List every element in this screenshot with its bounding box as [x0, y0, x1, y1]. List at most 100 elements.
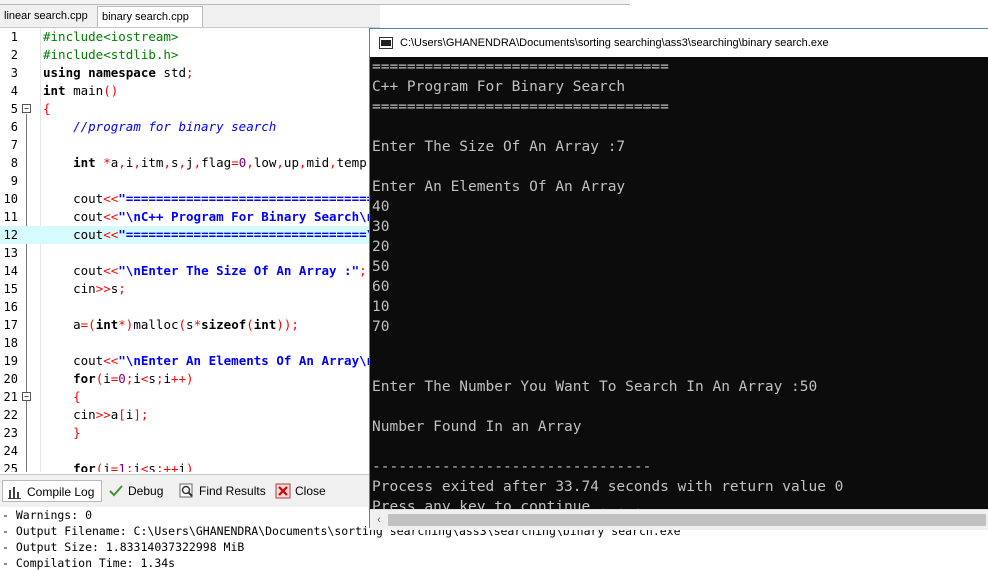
- console-line: Number Found In an Array: [372, 419, 582, 435]
- code-line[interactable]: 24: [0, 442, 380, 460]
- code-text: a=(int*)malloc(s*sizeof(int));: [43, 317, 299, 332]
- code-editor[interactable]: 1 #include<iostream> 2 #include<stdlib.h> 3 u…: [0, 28, 380, 472]
- code-line[interactable]: 13: [0, 244, 380, 262]
- line-number: 13: [3, 246, 18, 260]
- code-line[interactable]: 22 cin>>a[i];: [0, 406, 380, 424]
- code-line[interactable]: 15 cin>>s;: [0, 280, 380, 298]
- code-line[interactable]: 5− {: [0, 100, 380, 118]
- code-line[interactable]: 17 a=(int*)malloc(s*sizeof(int));: [0, 316, 380, 334]
- line-number: 21: [3, 390, 18, 404]
- tab-linear-search[interactable]: linear search.cpp: [0, 6, 96, 27]
- fold-minus-icon[interactable]: −: [22, 104, 31, 113]
- tab-debug-label: Debug: [128, 484, 164, 498]
- console-title-bar[interactable]: C:\Users\GHANENDRA\Documents\sorting sea…: [370, 29, 988, 57]
- code-line[interactable]: 1 #include<iostream>: [0, 28, 380, 46]
- line-number: 2: [10, 48, 18, 62]
- code-text: cin>>a[i];: [43, 407, 149, 422]
- console-line: C++ Program For Binary Search: [372, 79, 626, 95]
- console-line: 60: [372, 279, 390, 295]
- code-text: for(i=0;i<s;i++): [73, 371, 194, 386]
- code-line[interactable]: 7: [0, 136, 380, 154]
- code-text: //program for binary search: [73, 119, 277, 134]
- line-number: 1: [10, 30, 18, 44]
- line-number: 6: [10, 120, 18, 134]
- code-text: {: [73, 389, 81, 404]
- console-window[interactable]: C:\Users\GHANENDRA\Documents\sorting sea…: [369, 28, 988, 530]
- code-line[interactable]: 9: [0, 172, 380, 190]
- console-line: --------------------------------: [372, 459, 652, 475]
- line-number: 10: [3, 192, 18, 206]
- log-line: - Compilation Time: 1.34s: [2, 556, 176, 570]
- line-number: 5: [10, 102, 18, 116]
- code-line[interactable]: 16: [0, 298, 380, 316]
- line-number: 19: [3, 354, 18, 368]
- code-line[interactable]: 14 cout<<"\nEnter The Size Of An Array :…: [0, 262, 380, 280]
- code-line[interactable]: 19 cout<<"\nEnter An Elements Of An Arra…: [0, 352, 380, 370]
- code-line[interactable]: 2 #include<stdlib.h>: [0, 46, 380, 64]
- console-line: 70: [372, 319, 390, 335]
- tab-find-results-label: Find Results: [199, 484, 266, 498]
- console-line: Enter The Number You Want To Search In A…: [372, 379, 818, 395]
- line-number: 15: [3, 282, 18, 296]
- console-line: 30: [372, 219, 390, 235]
- line-number: 11: [3, 210, 18, 224]
- bar-chart-icon: [7, 484, 23, 500]
- code-line[interactable]: 21− {: [0, 388, 380, 406]
- code-line[interactable]: 18: [0, 334, 380, 352]
- code-line[interactable]: 10 cout<<"==============================…: [0, 190, 380, 208]
- console-line: 10: [372, 299, 390, 315]
- line-number: 4: [10, 84, 18, 98]
- line-number: 16: [3, 300, 18, 314]
- code-text: #include<iostream>: [43, 29, 179, 44]
- line-number: 24: [3, 444, 18, 458]
- console-line: Press any key to continue . . .: [372, 499, 643, 509]
- scrollbar-thumb[interactable]: [388, 514, 986, 526]
- line-number: 17: [3, 318, 18, 332]
- console-output: ================================== C++ Pr…: [370, 57, 988, 509]
- code-text: cout<<"================================\…: [43, 227, 380, 242]
- fold-minus-icon[interactable]: −: [22, 392, 31, 401]
- line-number: 22: [3, 408, 18, 422]
- bottom-panel-tabs: Compile Log Debug Find Results Close: [0, 474, 370, 507]
- code-line[interactable]: 6 //program for binary search: [0, 118, 380, 136]
- console-line: 50: [372, 259, 390, 275]
- code-text: cin>>s;: [43, 281, 126, 296]
- code-line[interactable]: 3 using namespace std;: [0, 64, 380, 82]
- code-text: cout<<"\nC++ Program For Binary Search\n…: [43, 209, 380, 224]
- tab-binary-search[interactable]: binary search.cpp: [97, 6, 203, 27]
- scroll-left-icon[interactable]: ‹: [372, 513, 386, 527]
- code-text: using namespace std;: [43, 65, 194, 80]
- tab-close-label: Close: [295, 484, 326, 498]
- line-number: 23: [3, 426, 18, 440]
- tab-compile-log-label: Compile Log: [27, 485, 95, 499]
- tab-compile-log[interactable]: Compile Log: [2, 480, 102, 502]
- console-line: Enter The Size Of An Array :7: [372, 139, 626, 155]
- code-line[interactable]: 20 for(i=0;i<s;i++): [0, 370, 380, 388]
- code-line[interactable]: 11 cout<<"\nC++ Program For Binary Searc…: [0, 208, 380, 226]
- console-app-icon: [379, 37, 393, 49]
- line-number: 20: [3, 372, 18, 386]
- code-text: int *a,i,itm,s,j,flag=0,low,up,mid,temp;: [73, 155, 374, 170]
- code-text: cout<<"=================================…: [43, 191, 380, 206]
- console-line: ==================================: [372, 99, 669, 115]
- code-line[interactable]: 12 cout<<"==============================…: [0, 226, 380, 244]
- log-line: - Output Size: 1.83314037322998 MiB: [2, 540, 245, 554]
- tab-debug[interactable]: Debug: [104, 480, 172, 502]
- code-text: }: [73, 425, 81, 440]
- horizontal-scrollbar[interactable]: ‹: [370, 509, 988, 530]
- console-line: 40: [372, 199, 390, 215]
- code-text: cout<<"\nEnter An Elements Of An Array\n…: [43, 353, 380, 368]
- check-icon: [108, 483, 124, 499]
- console-title: C:\Users\GHANENDRA\Documents\sorting sea…: [400, 37, 829, 49]
- code-line[interactable]: 25 for(i=1;i<s;++i): [0, 460, 380, 472]
- close-icon: [275, 483, 291, 499]
- line-number: 18: [3, 336, 18, 350]
- code-line[interactable]: 4 int main(): [0, 82, 380, 100]
- code-text: for(i=1;i<s;++i): [73, 461, 194, 472]
- code-line[interactable]: 8 int *a,i,itm,s,j,flag=0,low,up,mid,tem…: [0, 154, 380, 172]
- line-number: 3: [10, 66, 18, 80]
- tab-close[interactable]: Close: [271, 480, 333, 502]
- tab-find-results[interactable]: Find Results: [175, 480, 267, 502]
- code-line[interactable]: 23 }: [0, 424, 380, 442]
- code-text: int main(): [43, 83, 119, 98]
